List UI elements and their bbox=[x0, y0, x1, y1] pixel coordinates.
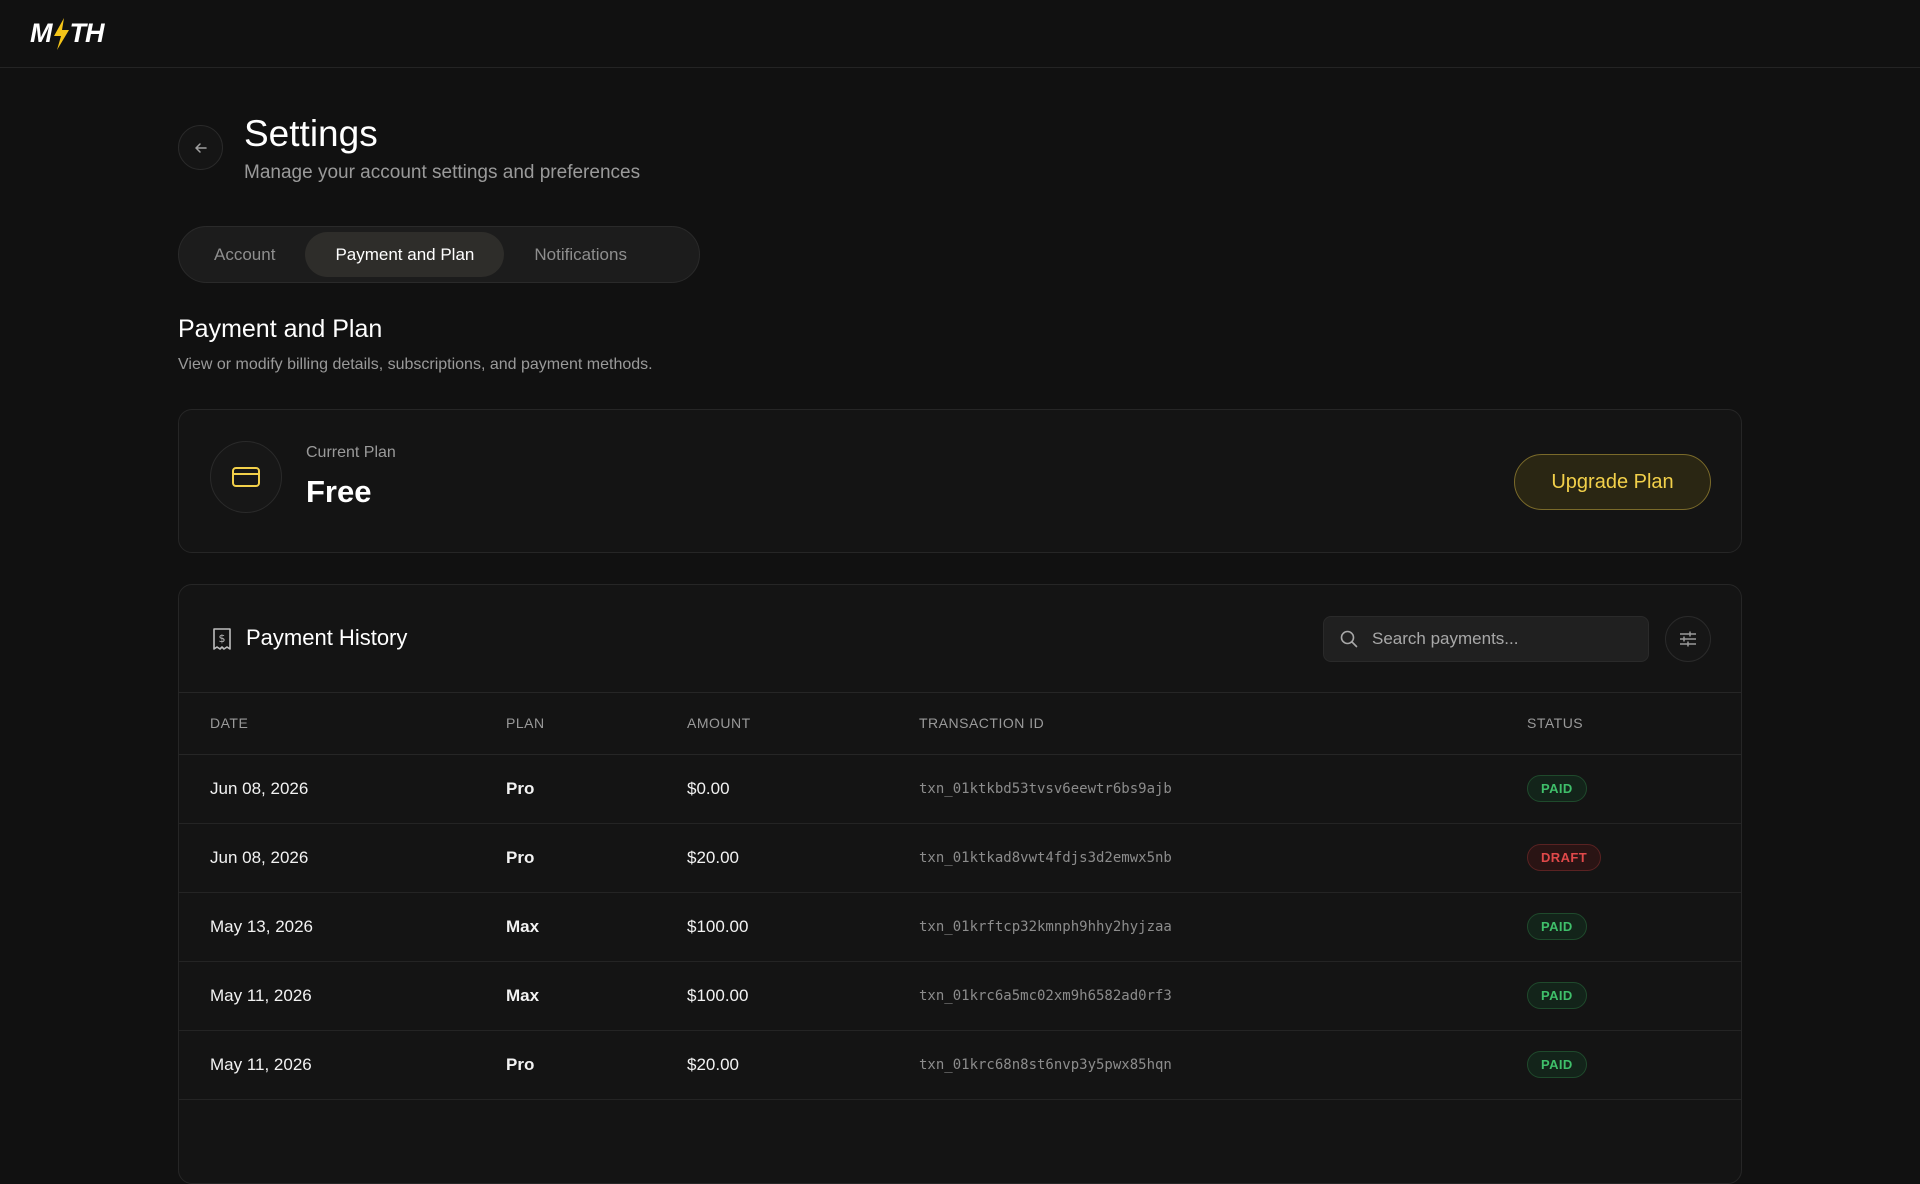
row-status-cell: PAID bbox=[1496, 892, 1741, 962]
arrow-left-icon bbox=[194, 142, 207, 153]
settings-tabs: Account Payment and Plan Notifications bbox=[178, 226, 700, 283]
logo-text-right: TH bbox=[69, 18, 105, 48]
current-plan-label: Current Plan bbox=[306, 444, 396, 461]
status-badge: DRAFT bbox=[1527, 844, 1602, 871]
search-icon bbox=[1340, 630, 1358, 648]
status-badge: PAID bbox=[1527, 775, 1587, 802]
section-title: Payment and Plan bbox=[178, 315, 383, 343]
status-badge: PAID bbox=[1527, 982, 1587, 1009]
tab-payment-and-plan[interactable]: Payment and Plan bbox=[305, 232, 505, 277]
section-subtitle: View or modify billing details, subscrip… bbox=[178, 356, 653, 373]
table-row[interactable]: May 11, 2026 Pro $20.00 txn_01krc68n8st6… bbox=[179, 1030, 1741, 1100]
row-amount: $20.00 bbox=[656, 823, 888, 893]
row-date: May 11, 2026 bbox=[179, 961, 475, 1031]
row-status-cell: DRAFT bbox=[1496, 823, 1741, 893]
search-payments-input[interactable] bbox=[1372, 629, 1622, 649]
row-status-cell: PAID bbox=[1496, 1030, 1741, 1100]
table-row[interactable]: Jun 08, 2026 Pro $0.00 txn_01ktkbd53tvsv… bbox=[179, 754, 1741, 824]
page-subtitle: Manage your account settings and prefere… bbox=[244, 162, 641, 183]
column-header-date[interactable]: DATE bbox=[179, 693, 475, 755]
current-plan-name: Free bbox=[306, 474, 372, 509]
table-row[interactable]: May 13, 2026 Max $100.00 txn_01krftcp32k… bbox=[179, 892, 1741, 962]
search-box bbox=[1323, 616, 1649, 662]
row-status-cell: PAID bbox=[1496, 754, 1741, 824]
row-status-cell: PAID bbox=[1496, 961, 1741, 1031]
row-plan: Pro bbox=[475, 754, 656, 824]
row-transaction-id: txn_01krc68n8st6nvp3y5pwx85hqn bbox=[888, 1030, 1496, 1100]
tab-notifications[interactable]: Notifications bbox=[504, 232, 657, 277]
row-plan: Max bbox=[475, 961, 656, 1031]
column-header-amount[interactable]: AMOUNT bbox=[656, 693, 888, 755]
payment-history-card: $ Payment History Search payments... DAT… bbox=[178, 584, 1742, 1184]
myth-logo[interactable]: M TH bbox=[30, 17, 105, 51]
table-header-row: DATE PLAN AMOUNT TRANSACTION ID STATUS bbox=[179, 693, 1741, 755]
row-plan: Pro bbox=[475, 1030, 656, 1100]
row-date: May 11, 2026 bbox=[179, 1030, 475, 1100]
tab-account[interactable]: Account bbox=[184, 232, 305, 277]
top-bar: M TH bbox=[0, 0, 1920, 68]
upgrade-plan-button[interactable]: Upgrade Plan bbox=[1514, 454, 1711, 510]
credit-card-icon bbox=[232, 467, 260, 487]
row-transaction-id: txn_01krc6a5mc02xm9h6582ad0rf3 bbox=[888, 961, 1496, 1031]
row-amount: $20.00 bbox=[656, 1030, 888, 1100]
row-date: Jun 08, 2026 bbox=[179, 823, 475, 893]
column-header-status[interactable]: STATUS bbox=[1496, 693, 1741, 755]
row-plan: Max bbox=[475, 892, 656, 962]
row-date: May 13, 2026 bbox=[179, 892, 475, 962]
status-badge: PAID bbox=[1527, 913, 1587, 940]
payment-history-title: Payment History bbox=[246, 625, 408, 650]
table-row[interactable]: May 11, 2026 Max $100.00 txn_01krc6a5mc0… bbox=[179, 961, 1741, 1031]
back-button[interactable] bbox=[178, 125, 223, 170]
row-transaction-id: txn_01krftcp32kmnph9hhy2hyjzaa bbox=[888, 892, 1496, 962]
row-transaction-id: txn_01ktkad8vwt4fdjs3d2emwx5nb bbox=[888, 823, 1496, 893]
page-header: Settings Manage your account settings an… bbox=[178, 112, 640, 184]
receipt-dollar-icon: $ bbox=[213, 628, 231, 650]
lightning-bolt-icon bbox=[53, 17, 69, 50]
payment-history-header: $ Payment History bbox=[179, 585, 1741, 693]
svg-text:$: $ bbox=[219, 632, 226, 645]
column-header-transaction-id[interactable]: TRANSACTION ID bbox=[888, 693, 1496, 755]
column-header-plan[interactable]: PLAN bbox=[475, 693, 656, 755]
logo-text-left: M bbox=[30, 18, 52, 48]
plan-icon-wrapper bbox=[210, 441, 282, 513]
table-row[interactable]: Jun 08, 2026 Pro $20.00 txn_01ktkad8vwt4… bbox=[179, 823, 1741, 893]
row-amount: $100.00 bbox=[656, 892, 888, 962]
row-transaction-id: txn_01ktkbd53tvsv6eewtr6bs9ajb bbox=[888, 754, 1496, 824]
current-plan-card: Current Plan Free Upgrade Plan bbox=[178, 409, 1742, 553]
payment-history-table: DATE PLAN AMOUNT TRANSACTION ID STATUS J… bbox=[179, 693, 1741, 1100]
row-date: Jun 08, 2026 bbox=[179, 754, 475, 824]
status-badge: PAID bbox=[1527, 1051, 1587, 1078]
page-title: Settings bbox=[244, 113, 378, 154]
row-amount: $100.00 bbox=[656, 961, 888, 1031]
row-amount: $0.00 bbox=[656, 754, 888, 824]
filter-button[interactable] bbox=[1665, 616, 1711, 662]
sliders-icon bbox=[1680, 631, 1696, 647]
row-plan: Pro bbox=[475, 823, 656, 893]
